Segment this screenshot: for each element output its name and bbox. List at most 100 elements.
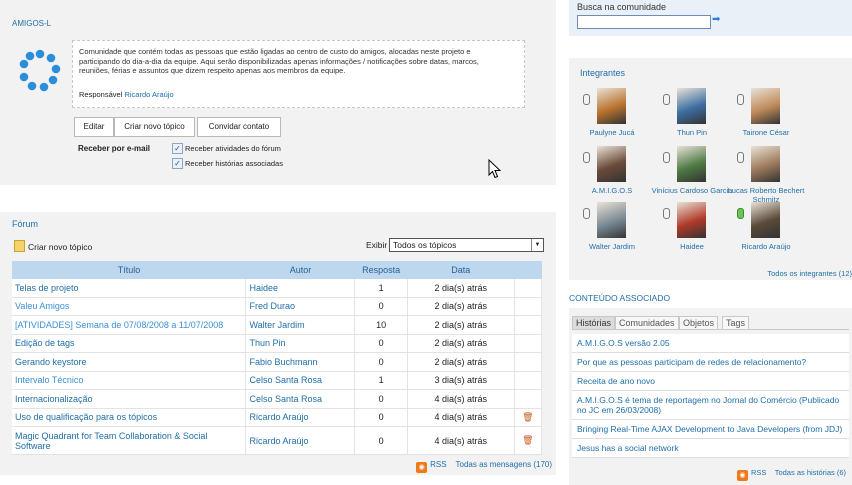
responsible-link[interactable]: Ricardo Araújo bbox=[124, 90, 173, 99]
members-title[interactable]: Integrantes bbox=[580, 68, 625, 78]
column-header-title[interactable]: Título bbox=[12, 261, 246, 279]
community-logo bbox=[19, 49, 61, 92]
arrow-right-icon[interactable]: ➡ bbox=[712, 14, 720, 25]
topic-title-link[interactable]: Intervalo Técnico bbox=[12, 371, 247, 390]
member-avatar[interactable] bbox=[677, 88, 706, 124]
community-description: Comunidade que contém todas as pessoas q… bbox=[79, 47, 479, 75]
associated-footer: ◉ RSS Todas as histórias (6) bbox=[736, 468, 846, 481]
tab-tags[interactable]: Tags bbox=[722, 316, 750, 330]
member-avatar[interactable] bbox=[677, 146, 706, 182]
member-avatar[interactable] bbox=[751, 146, 780, 182]
search-input[interactable] bbox=[577, 15, 711, 29]
topic-replies: 0 bbox=[354, 426, 408, 455]
topic-author-link[interactable]: Fred Durao bbox=[245, 297, 356, 316]
table-row: Internacionalização Celso Santa Rosa 0 4 di… bbox=[12, 389, 543, 409]
rss-icon[interactable]: ◉ bbox=[736, 470, 748, 481]
topic-date: 4 dia(s) atrás bbox=[407, 389, 515, 409]
topic-filter-select[interactable]: Todos os tópicos ▼ bbox=[389, 238, 544, 252]
invite-contact-button[interactable]: Convidar contato bbox=[197, 117, 281, 137]
members-panel: Integrantes Paulyne Jucá Thun Pin Tairone … bbox=[569, 58, 852, 280]
topic-replies: 1 bbox=[354, 371, 408, 390]
member-avatar[interactable] bbox=[597, 146, 626, 182]
topic-replies: 0 bbox=[354, 389, 408, 409]
table-row: Magic Quadrant for Team Collaboration & … bbox=[12, 426, 543, 455]
story-link[interactable]: Jesus has a social network bbox=[572, 439, 849, 458]
topic-title-link[interactable]: Uso de qualificação para os tópicos bbox=[12, 408, 247, 427]
topic-author-link[interactable]: Ricardo Araújo bbox=[245, 426, 356, 455]
create-topic-button[interactable]: Criar novo tópico bbox=[114, 117, 195, 137]
action-cell bbox=[514, 297, 543, 316]
story-list: A.M.I.G.O.S versão 2.05 Por que as pessoa… bbox=[572, 334, 849, 458]
tab-stories[interactable]: Histórias bbox=[572, 316, 616, 330]
topic-author-link[interactable]: Celso Santa Rosa bbox=[245, 371, 356, 390]
topic-title-link[interactable]: Edição de tags bbox=[12, 334, 247, 353]
table-row: [ATIVIDADES] Semana de 07/08/2008 a 11/0… bbox=[12, 315, 543, 335]
member-name-link[interactable]: Tairone César bbox=[721, 128, 811, 137]
new-topic-link[interactable]: Criar novo tópico bbox=[14, 240, 92, 252]
member-avatar[interactable] bbox=[751, 202, 780, 238]
topic-date: 2 dia(s) atrás bbox=[407, 279, 515, 298]
story-link[interactable]: A.M.I.G.O.S versão 2.05 bbox=[572, 334, 849, 353]
all-messages-link[interactable]: Todas as mensagens (170) bbox=[456, 460, 553, 469]
checkbox-associated-stories[interactable]: ✓ bbox=[172, 158, 183, 169]
column-header-date[interactable]: Data bbox=[407, 261, 515, 279]
trash-icon[interactable]: 🗑 bbox=[514, 408, 543, 427]
associated-content-title: CONTEÚDO ASSOCIADO bbox=[569, 293, 671, 303]
stories-rss-link[interactable]: RSS bbox=[751, 468, 766, 477]
topic-title-link[interactable]: Valeu Amigos bbox=[12, 297, 247, 316]
mouse-cursor-icon bbox=[488, 159, 502, 179]
topic-title-link[interactable]: Internacionalização bbox=[12, 389, 247, 409]
presence-status-icon bbox=[663, 208, 670, 219]
presence-status-icon bbox=[663, 94, 670, 105]
checkbox-forum-activities[interactable]: ✓ bbox=[172, 143, 183, 154]
column-header-author[interactable]: Autor bbox=[245, 261, 355, 279]
story-link[interactable]: A.M.I.G.O.S é tema de reportagem no Jorn… bbox=[572, 391, 849, 420]
story-link[interactable]: Receita de ano novo bbox=[572, 372, 849, 391]
checkbox-forum-activities-label: Receber atividades do fórum bbox=[185, 144, 281, 153]
topic-title-link[interactable]: [ATIVIDADES] Semana de 07/08/2008 a 11/0… bbox=[12, 315, 247, 335]
presence-status-icon bbox=[737, 152, 744, 163]
table-row: Valeu Amigos Fred Durao 0 2 dia(s) atrás bbox=[12, 297, 543, 316]
topic-author-link[interactable]: Haidee bbox=[245, 279, 356, 298]
column-header-replies[interactable]: Resposta bbox=[354, 261, 408, 279]
trash-icon[interactable]: 🗑 bbox=[514, 426, 543, 455]
topic-author-link[interactable]: Ricardo Araújo bbox=[245, 408, 356, 427]
topic-title-link[interactable]: Magic Quadrant for Team Collaboration & … bbox=[12, 426, 247, 455]
member-avatar[interactable] bbox=[597, 202, 626, 238]
all-members-link[interactable]: Todos os integrantes (12) bbox=[767, 269, 852, 278]
topic-title-link[interactable]: Gerando keystore bbox=[12, 352, 247, 372]
member-name-link[interactable]: A.M.I.G.O.S bbox=[567, 186, 657, 195]
forum-title[interactable]: Fórum bbox=[12, 219, 38, 229]
action-cell bbox=[514, 371, 543, 390]
member-avatar[interactable] bbox=[751, 88, 780, 124]
all-stories-link[interactable]: Todas as histórias (6) bbox=[775, 468, 846, 477]
member-name-link[interactable]: Paulyne Jucá bbox=[567, 128, 657, 137]
tab-objects[interactable]: Objetos bbox=[679, 316, 719, 330]
topic-author-link[interactable]: Thun Pin bbox=[245, 334, 356, 353]
action-cell bbox=[514, 334, 543, 353]
story-link[interactable]: Por que as pessoas participam de redes d… bbox=[572, 353, 849, 372]
table-header: Título Autor Resposta Data bbox=[12, 261, 542, 279]
topic-title-link[interactable]: Telas de projeto bbox=[12, 279, 247, 298]
topic-date: 2 dia(s) atrás bbox=[407, 297, 515, 316]
rss-icon[interactable]: ◉ bbox=[416, 462, 428, 473]
topic-replies: 0 bbox=[354, 352, 408, 372]
topic-author-link[interactable]: Celso Santa Rosa bbox=[245, 389, 356, 409]
member-avatar[interactable] bbox=[677, 202, 706, 238]
topic-author-link[interactable]: Walter Jardim bbox=[245, 315, 356, 335]
edit-button[interactable]: Editar bbox=[74, 117, 114, 137]
chevron-down-icon[interactable]: ▼ bbox=[531, 239, 543, 251]
member-name-link[interactable]: Walter Jardim bbox=[567, 242, 657, 251]
table-row: Edição de tags Thun Pin 0 2 dia(s) atrás bbox=[12, 334, 543, 353]
member-avatar[interactable] bbox=[597, 88, 626, 124]
column-header-actions bbox=[514, 261, 542, 279]
member-name-link[interactable]: Ricardo Araújo bbox=[721, 242, 811, 251]
forum-rss-link[interactable]: RSS bbox=[430, 460, 446, 469]
topic-author-link[interactable]: Fabio Buchmann bbox=[245, 352, 356, 372]
tab-communities[interactable]: Comunidades bbox=[615, 316, 679, 330]
community-title[interactable]: AMIGOS-L bbox=[12, 19, 51, 28]
story-link[interactable]: Bringing Real-Time AJAX Development to J… bbox=[572, 420, 849, 439]
action-cell bbox=[514, 389, 543, 409]
presence-status-icon bbox=[583, 208, 590, 219]
topic-replies: 0 bbox=[354, 334, 408, 353]
